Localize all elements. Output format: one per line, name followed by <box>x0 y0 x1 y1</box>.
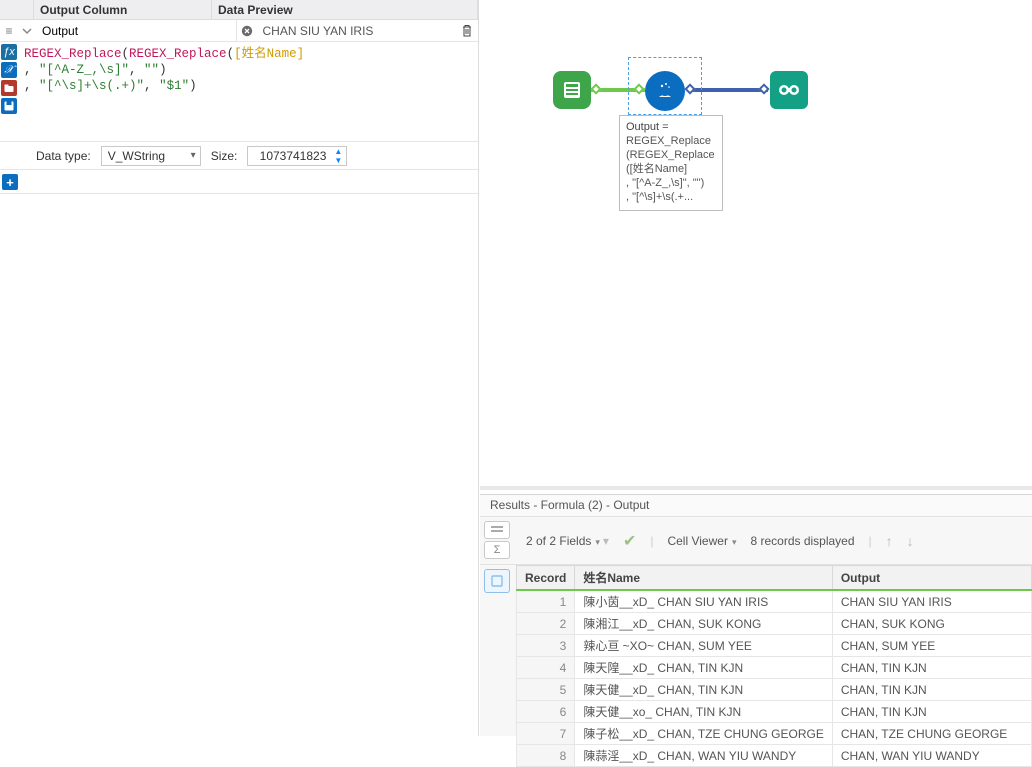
results-side-tabs: Σ <box>480 517 516 564</box>
output-column-input[interactable] <box>36 20 237 41</box>
cell-output: CHAN, TIN KJN <box>832 657 1031 679</box>
cell-record: 4 <box>517 657 575 679</box>
size-input[interactable]: 1073741823 ▲ ▼ <box>247 146 347 166</box>
cell-name: 陳天健__xo_ CHAN, TIN KJN <box>575 701 832 723</box>
cell-viewer[interactable]: Cell Viewer▾ <box>667 534 736 548</box>
table-row[interactable]: 4陳天隍__xD_ CHAN, TIN KJNCHAN, TIN KJN <box>517 657 1032 679</box>
col-name[interactable]: 姓名Name <box>575 566 832 591</box>
table-row[interactable]: 6陳天健__xo_ CHAN, TIN KJNCHAN, TIN KJN <box>517 701 1032 723</box>
spin-down-icon[interactable]: ▼ <box>331 157 345 166</box>
cell-name: 陳蒜淫__xD_ CHAN, WAN YIU WANDY <box>575 745 832 767</box>
cell-output: CHAN, TIN KJN <box>832 701 1031 723</box>
anchor-in-icon[interactable] <box>758 83 769 94</box>
input-data-tool[interactable] <box>553 71 591 109</box>
arrow-up-icon[interactable]: ↑ <box>886 533 893 549</box>
tool-annotation[interactable]: Output = REGEX_Replace (REGEX_Replace ([… <box>619 115 723 211</box>
results-toolbar: 2 of 2 Fields▾▾ ✔ | Cell Viewer▾ 8 recor… <box>516 517 1032 564</box>
results-data-tab[interactable] <box>484 569 510 593</box>
results-meta-tab[interactable] <box>484 521 510 539</box>
fields-count[interactable]: 2 of 2 Fields▾▾ <box>526 534 609 548</box>
results-panel: Results - Formula (2) - Output Σ 2 of 2 … <box>480 494 1032 736</box>
results-title: Results - Formula (2) - Output <box>480 495 1032 517</box>
cell-name: 陳天健__xD_ CHAN, TIN KJN <box>575 679 832 701</box>
save-icon[interactable] <box>1 98 17 114</box>
cell-record: 8 <box>517 745 575 767</box>
cell-output: CHAN SIU YAN IRIS <box>832 590 1031 613</box>
cell-record: 5 <box>517 679 575 701</box>
data-preview-header: Data Preview <box>212 0 478 19</box>
col-record[interactable]: Record <box>517 566 575 591</box>
browse-tool[interactable] <box>770 71 808 109</box>
cell-record: 1 <box>517 590 575 613</box>
anchor-out-icon[interactable] <box>590 83 601 94</box>
expression-tool-strip: ƒx 𝒳 <box>0 42 18 141</box>
size-label: Size: <box>211 149 238 163</box>
cell-name: 陳子松__xD_ CHAN, TZE CHUNG GEORGE <box>575 723 832 745</box>
cell-output: CHAN, SUM YEE <box>832 635 1031 657</box>
cell-record: 3 <box>517 635 575 657</box>
table-row[interactable]: 3辣心亘 ~XO~ CHAN, SUM YEECHAN, SUM YEE <box>517 635 1032 657</box>
delete-expression-icon[interactable] <box>456 20 478 41</box>
table-row[interactable]: 7陳子松__xD_ CHAN, TZE CHUNG GEORGECHAN, TZ… <box>517 723 1032 745</box>
results-table: Record 姓名Name Output 1陳小茵__xD_ CHAN SIU … <box>516 565 1032 767</box>
cell-output: CHAN, TIN KJN <box>832 679 1031 701</box>
expression-editor[interactable]: REGEX_Replace(REGEX_Replace([姓名Name] , "… <box>18 42 478 141</box>
collapse-icon[interactable] <box>18 20 36 41</box>
results-sigma-tab[interactable]: Σ <box>484 541 510 559</box>
add-expression-row: + <box>0 170 478 194</box>
table-row[interactable]: 8陳蒜淫__xD_ CHAN, WAN YIU WANDYCHAN, WAN Y… <box>517 745 1032 767</box>
table-row[interactable]: 1陳小茵__xD_ CHAN SIU YAN IRISCHAN SIU YAN … <box>517 590 1032 613</box>
cell-output: CHAN, SUK KONG <box>832 613 1031 635</box>
config-panel: Output Column Data Preview ≡ CHAN SIU YA… <box>0 0 479 736</box>
anchor-in-icon[interactable] <box>633 83 644 94</box>
cell-name: 陳小茵__xD_ CHAN SIU YAN IRIS <box>575 590 832 613</box>
records-displayed: 8 records displayed <box>750 534 854 548</box>
cell-record: 7 <box>517 723 575 745</box>
fx-icon[interactable]: ƒx <box>1 44 17 60</box>
datatype-select[interactable]: V_WString ▾ <box>101 146 201 166</box>
cell-record: 6 <box>517 701 575 723</box>
var-x-icon[interactable]: 𝒳 <box>1 62 17 78</box>
wire <box>688 88 768 92</box>
reorder-icon[interactable]: ≡ <box>0 20 18 41</box>
chevron-down-icon: ▾ <box>191 150 196 161</box>
cell-record: 2 <box>517 613 575 635</box>
datatype-label: Data type: <box>36 149 91 163</box>
workflow-canvas[interactable]: Output = REGEX_Replace (REGEX_Replace ([… <box>480 0 1032 490</box>
size-spinner[interactable]: ▲ ▼ <box>331 148 345 166</box>
folder-icon[interactable] <box>1 80 17 96</box>
add-expression-button[interactable]: + <box>2 174 18 190</box>
drag-col <box>0 0 34 19</box>
preview-value: CHAN SIU YAN IRIS <box>257 20 457 41</box>
table-row[interactable]: 2陳湘江__xD_ CHAN, SUK KONGCHAN, SUK KONG <box>517 613 1032 635</box>
cell-name: 陳湘江__xD_ CHAN, SUK KONG <box>575 613 832 635</box>
config-header: Output Column Data Preview <box>0 0 478 20</box>
cell-output: CHAN, TZE CHUNG GEORGE <box>832 723 1031 745</box>
cell-name: 陳天隍__xD_ CHAN, TIN KJN <box>575 657 832 679</box>
formula-tool[interactable] <box>645 71 685 111</box>
cell-name: 辣心亘 ~XO~ CHAN, SUM YEE <box>575 635 832 657</box>
output-row: ≡ CHAN SIU YAN IRIS <box>0 20 478 42</box>
output-column-header: Output Column <box>34 0 212 19</box>
cell-output: CHAN, WAN YIU WANDY <box>832 745 1031 767</box>
col-output[interactable]: Output <box>832 566 1031 591</box>
expression-editor-row: ƒx 𝒳 REGEX_Replace(REGEX_Replace([姓名Name… <box>0 42 478 142</box>
clear-output-icon[interactable] <box>237 20 257 41</box>
table-row[interactable]: 5陳天健__xD_ CHAN, TIN KJNCHAN, TIN KJN <box>517 679 1032 701</box>
arrow-down-icon[interactable]: ↓ <box>907 533 914 549</box>
anchor-out-icon[interactable] <box>684 83 695 94</box>
datatype-row: Data type: V_WString ▾ Size: 1073741823 … <box>0 142 478 170</box>
check-icon[interactable]: ✔ <box>623 531 636 551</box>
